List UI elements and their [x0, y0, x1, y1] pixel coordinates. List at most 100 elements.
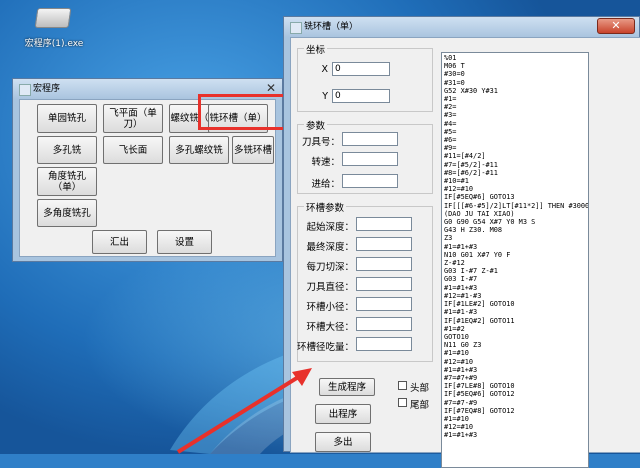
tail-label: 尾部	[410, 400, 430, 411]
code-line: #5=	[444, 127, 457, 136]
drive-icon	[34, 8, 72, 28]
code-line: IF[#7EQ#8] GOTO12	[444, 406, 515, 415]
multi-ring-groove-button[interactable]: 多铣环槽	[232, 136, 274, 164]
tool-diameter-label: 刀具直径：	[306, 282, 354, 293]
x-input[interactable]: 0	[332, 62, 390, 76]
y-label: Y	[322, 91, 328, 102]
ring-params-group-label: 环槽参数	[304, 200, 347, 214]
angle-hole-single-button[interactable]: 角度铣孔（单）	[37, 167, 97, 196]
tool-no-label: 刀具号：	[301, 137, 340, 148]
feed-label: 进给：	[311, 179, 340, 190]
code-line: #3=	[444, 111, 457, 120]
code-line: G03 I-#7	[444, 275, 478, 284]
code-line: #12=#10	[444, 185, 474, 194]
code-line: #30=0	[444, 70, 465, 79]
final-depth-label: 最终深度：	[306, 242, 354, 253]
watermark: 知乎 @UG编程美丽	[476, 418, 582, 435]
code-line: #7=[#5/2]-#11	[444, 160, 498, 169]
code-line: IF[#7LE#8] GOTO10	[444, 382, 515, 391]
code-line: Z-#12	[444, 259, 465, 268]
code-line: #1=#1+#3	[444, 365, 478, 374]
watermark-prefix: 知乎	[476, 420, 501, 434]
code-line: G0 G90 G54 X#7 Y0 M3 S	[444, 218, 536, 227]
export-button[interactable]: 汇出	[92, 230, 147, 254]
tool-no-input[interactable]	[342, 132, 398, 146]
feed-input[interactable]	[342, 174, 398, 188]
code-line: G52 X#30 Y#31	[444, 86, 498, 95]
single-hole-mill-button[interactable]: 单园铣孔	[37, 104, 97, 133]
code-line: IF[#5EQ#6] GOTO12	[444, 390, 515, 399]
face-mill-single-button[interactable]: 飞平面（单刀）	[103, 104, 163, 133]
code-line: #1=#2	[444, 324, 465, 333]
code-line: #6=	[444, 136, 457, 145]
app-icon	[19, 84, 31, 96]
code-line: #1=#1-#3	[444, 308, 478, 317]
long-face-mill-button[interactable]: 飞长面	[103, 136, 163, 164]
code-line: #7=#7+#9	[444, 373, 478, 382]
groove-stepover-input[interactable]	[356, 337, 412, 351]
ring-groove-window: 铣环槽（单） ✕ 坐标 X 0 Y 0 参数 刀具号： 转速： 进给： 环槽参数…	[283, 16, 640, 468]
groove-max-dia-label: 环槽大径：	[306, 322, 354, 333]
window-title: 铣环槽（单）	[304, 22, 359, 32]
x-label: X	[321, 64, 328, 75]
code-line: #1=#1+#3	[444, 283, 478, 292]
code-line: IF[#1EQ#2] GOTO11	[444, 316, 515, 325]
depth-per-cut-input[interactable]	[356, 257, 412, 271]
code-line: #10=#1	[444, 177, 469, 186]
code-line: IF[[[#6-#5]/2]LT[#11*2]] THEN #3000=1	[444, 201, 589, 210]
head-checkbox[interactable]	[398, 381, 407, 390]
start-depth-label: 起始深度：	[306, 222, 354, 233]
code-line: G03 I-#7 Z-#1	[444, 267, 498, 276]
generate-program-button[interactable]: 生成程序	[319, 378, 375, 396]
output-program-button[interactable]: 出程序	[315, 404, 371, 424]
ring-groove-titlebar[interactable]: 铣环槽（单） ✕	[284, 17, 639, 37]
code-line: M06 T	[444, 62, 465, 71]
highlight-box	[198, 94, 288, 130]
code-line: %01	[444, 54, 457, 62]
code-line: Z3	[444, 234, 453, 243]
code-line: #1=#10	[444, 349, 469, 358]
multi-angle-hole-button[interactable]: 多角度铣孔	[37, 199, 97, 227]
code-line: #9=	[444, 144, 457, 153]
code-line: N11 G0 Z3	[444, 341, 482, 350]
code-line: #8=[#6/2]-#11	[444, 168, 498, 177]
close-icon[interactable]: ✕	[597, 18, 635, 34]
tool-diameter-input[interactable]	[356, 277, 412, 291]
code-line: #1=#1+#3	[444, 242, 478, 251]
settings-button[interactable]: 设置	[157, 230, 212, 254]
multi-thread-mill-button[interactable]: 多孔螺纹铣	[169, 136, 229, 164]
groove-max-dia-input[interactable]	[356, 317, 412, 331]
multi-hole-mill-button[interactable]: 多孔铣	[37, 136, 97, 164]
window-title: 宏程序	[33, 84, 61, 94]
desktop-icon-label: 宏程序(1).exe	[24, 39, 84, 49]
code-line: #7=#7-#9	[444, 398, 478, 407]
code-line: #12=#1-#3	[444, 291, 482, 300]
head-label: 头部	[410, 383, 430, 394]
app-icon	[290, 22, 302, 34]
code-line: #4=	[444, 119, 457, 128]
gcode-output-textarea[interactable]: %01 M06 T #30=0 #31=0 G52 X#30 Y#31 #1= #2= #3=…	[441, 52, 589, 468]
code-line: #31=0	[444, 78, 465, 87]
code-line: GOTO10	[444, 332, 469, 341]
code-line: N10 G01 X#7 Y0 F	[444, 250, 511, 259]
code-line: IF[#1LE#2] GOTO10	[444, 300, 515, 309]
final-depth-input[interactable]	[356, 237, 412, 251]
watermark-text: @UG编程美丽	[503, 420, 582, 434]
depth-per-cut-label: 每刀切深：	[306, 262, 354, 273]
tail-checkbox[interactable]	[398, 398, 407, 407]
code-line: (DAO JU TAI XIAO)	[444, 209, 515, 218]
groove-min-dia-input[interactable]	[356, 297, 412, 311]
groove-stepover-label: 环槽径吃量：	[296, 342, 354, 353]
code-line: #11=[#4/2]	[444, 152, 486, 161]
coords-group-label: 坐标	[304, 42, 328, 56]
ring-params-group: 环槽参数 起始深度： 最终深度： 每刀切深： 刀具直径： 环槽小径： 环槽大径：…	[297, 200, 433, 362]
code-line: #2=	[444, 103, 457, 112]
speed-input[interactable]	[342, 152, 398, 166]
close-icon[interactable]: ✕	[266, 81, 276, 95]
start-depth-input[interactable]	[356, 217, 412, 231]
code-line: #1=	[444, 95, 457, 104]
ring-groove-client: 坐标 X 0 Y 0 参数 刀具号： 转速： 进给： 环槽参数 起始深度： 最终…	[290, 37, 640, 468]
y-input[interactable]: 0	[332, 89, 390, 103]
code-line: #12=#10	[444, 357, 474, 366]
exit-button[interactable]: 多出	[315, 432, 371, 452]
